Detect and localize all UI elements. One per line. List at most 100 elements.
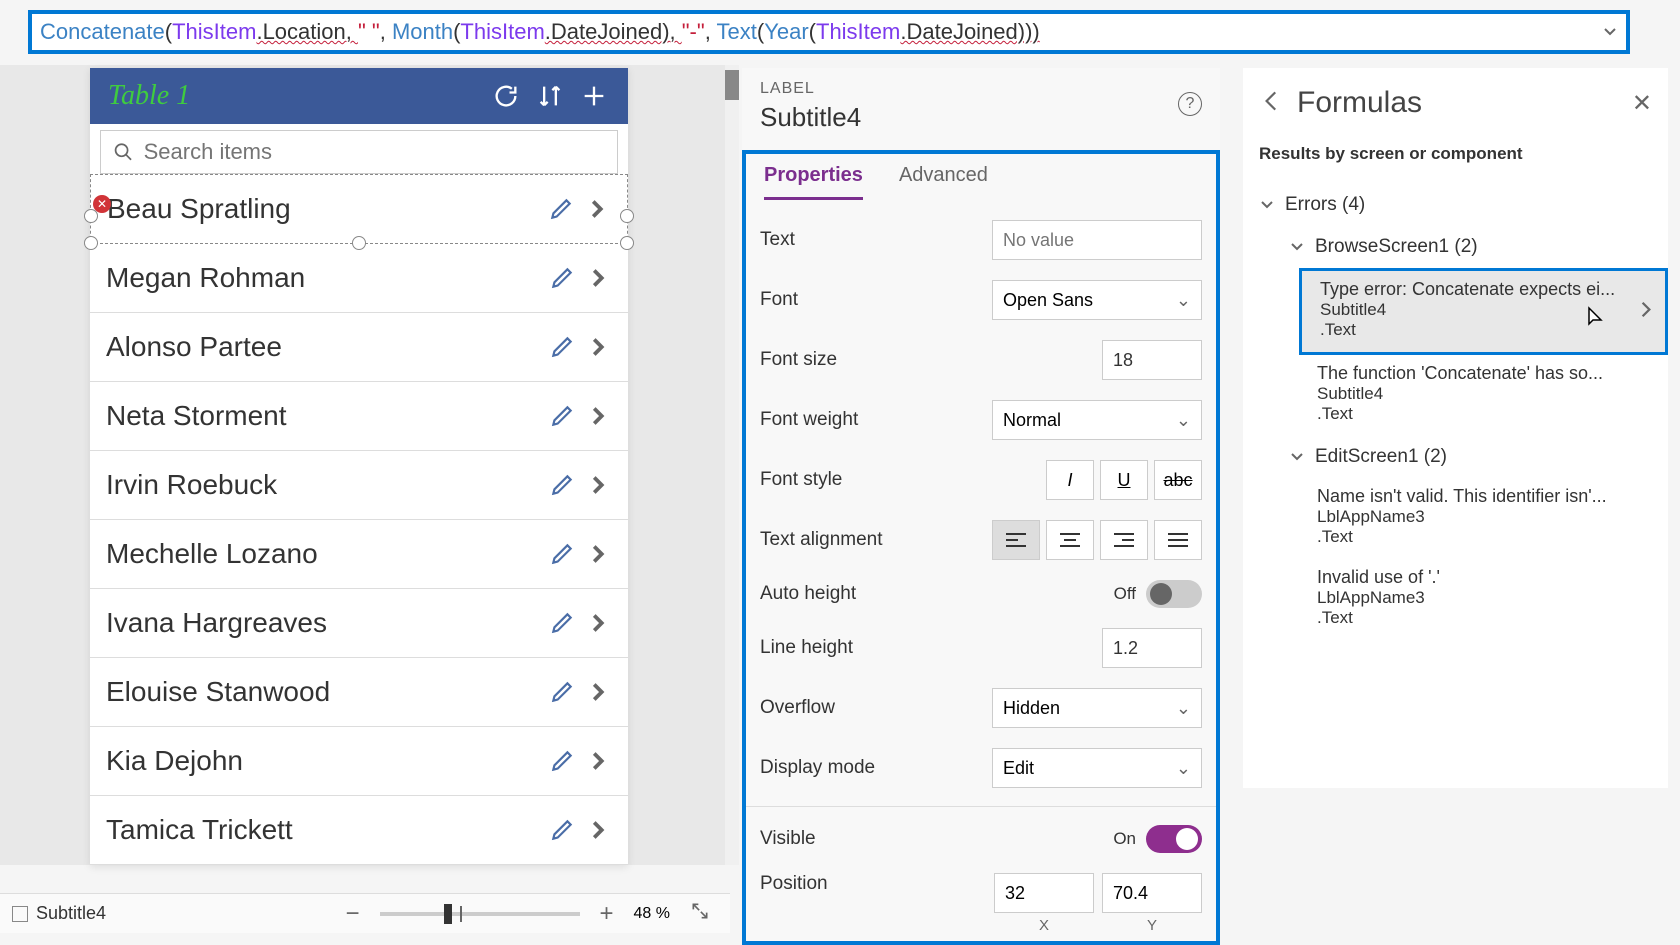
canvas-area: Table 1 Beau Spratling✕ Megan Rohman Alons… <box>0 65 730 865</box>
edit-icon[interactable] <box>548 471 576 499</box>
chevron-right-icon[interactable] <box>584 471 612 499</box>
prop-text-input[interactable] <box>992 220 1202 260</box>
item-name: Megan Rohman <box>106 262 540 294</box>
error-item[interactable]: The function 'Concatenate' has so...Subt… <box>1259 355 1652 436</box>
edit-icon[interactable] <box>548 264 576 292</box>
zoom-in-button[interactable]: + <box>592 900 622 928</box>
position-x-input[interactable] <box>994 873 1094 913</box>
chevron-right-icon[interactable] <box>584 678 612 706</box>
prop-fontsize-input[interactable] <box>1102 340 1202 380</box>
align-buttons <box>992 520 1202 560</box>
prop-position-label: Position <box>760 873 994 895</box>
refresh-icon[interactable] <box>490 80 522 112</box>
chevron-right-icon[interactable] <box>583 195 611 223</box>
chevron-right-icon[interactable] <box>1637 300 1655 323</box>
prop-displaymode-label: Display mode <box>760 757 992 779</box>
prop-fontweight-select[interactable]: Normal⌄ <box>992 400 1202 440</box>
gallery-item[interactable]: Beau Spratling✕ <box>90 174 628 244</box>
item-name: Elouise Stanwood <box>106 676 540 708</box>
autoheight-toggle[interactable] <box>1146 580 1202 608</box>
search-input[interactable] <box>144 139 605 165</box>
chevron-right-icon[interactable] <box>584 747 612 775</box>
gallery-item[interactable]: Tamica Trickett <box>90 796 628 865</box>
prop-autoheight-label: Auto height <box>760 583 1114 605</box>
gallery-item[interactable]: Kia Dejohn <box>90 727 628 796</box>
position-x-label: X <box>994 913 1094 934</box>
chevron-right-icon[interactable] <box>584 333 612 361</box>
control-name-label: Subtitle4 <box>760 102 1202 133</box>
screen-tree-item[interactable]: BrowseScreen1 (2) <box>1259 226 1652 268</box>
canvas-scrollbar[interactable] <box>725 65 739 865</box>
chevron-right-icon[interactable] <box>584 402 612 430</box>
align-right-button[interactable] <box>1100 520 1148 560</box>
gallery-item[interactable]: Irvin Roebuck <box>90 451 628 520</box>
gallery-item[interactable]: Neta Storment <box>90 382 628 451</box>
align-center-button[interactable] <box>1046 520 1094 560</box>
screen-tree-item[interactable]: EditScreen1 (2) <box>1259 436 1652 478</box>
edit-icon[interactable] <box>547 195 575 223</box>
italic-button[interactable]: I <box>1046 460 1094 500</box>
edit-icon[interactable] <box>548 678 576 706</box>
edit-icon[interactable] <box>548 609 576 637</box>
tab-properties[interactable]: Properties <box>764 154 863 200</box>
sort-icon[interactable] <box>534 80 566 112</box>
gallery-item[interactable]: Mechelle Lozano <box>90 520 628 589</box>
zoom-percent: 48 % <box>634 905 670 923</box>
prop-fontstyle-label: Font style <box>760 469 1046 491</box>
search-box[interactable] <box>100 130 618 174</box>
item-name: Alonso Partee <box>106 331 540 363</box>
formula-bar[interactable]: Concatenate(ThisItem.Location, " ", Mont… <box>28 10 1630 54</box>
back-icon[interactable] <box>1259 88 1285 119</box>
close-icon[interactable]: ✕ <box>1632 89 1652 118</box>
scroll-thumb[interactable] <box>725 70 739 100</box>
tab-advanced[interactable]: Advanced <box>899 154 988 200</box>
gallery-list: Beau Spratling✕ Megan Rohman Alonso Partee… <box>90 174 628 865</box>
align-left-button[interactable] <box>992 520 1040 560</box>
prop-overflow-label: Overflow <box>760 697 992 719</box>
position-y-input[interactable] <box>1102 873 1202 913</box>
position-y-label: Y <box>1102 913 1202 934</box>
chevron-right-icon[interactable] <box>584 816 612 844</box>
prop-overflow-select[interactable]: Hidden⌄ <box>992 688 1202 728</box>
fit-screen-icon[interactable] <box>682 900 718 928</box>
prop-lineheight-input[interactable] <box>1102 628 1202 668</box>
chevron-right-icon[interactable] <box>584 540 612 568</box>
error-item[interactable]: Name isn't valid. This identifier isn'..… <box>1259 478 1652 559</box>
control-type-label: LABEL <box>760 80 1202 98</box>
help-icon[interactable]: ? <box>1178 92 1202 116</box>
error-item[interactable]: Type error: Concatenate expects ei...Sub… <box>1299 268 1668 355</box>
chevron-right-icon[interactable] <box>584 264 612 292</box>
zoom-slider[interactable] <box>380 912 580 916</box>
prop-font-select[interactable]: Open Sans⌄ <box>992 280 1202 320</box>
gallery-item[interactable]: Alonso Partee <box>90 313 628 382</box>
item-name: Ivana Hargreaves <box>106 607 540 639</box>
results-label: Results by screen or component <box>1259 144 1652 164</box>
selection-handle[interactable] <box>84 209 98 223</box>
edit-icon[interactable] <box>548 747 576 775</box>
edit-icon[interactable] <box>548 816 576 844</box>
edit-icon[interactable] <box>548 402 576 430</box>
chevron-right-icon[interactable] <box>584 609 612 637</box>
zoom-out-button[interactable]: − <box>337 900 367 928</box>
error-item[interactable]: Invalid use of '.'LblAppName3.Text <box>1259 559 1652 640</box>
item-name: Mechelle Lozano <box>106 538 540 570</box>
autoheight-state: Off <box>1114 584 1136 604</box>
formula-expand-icon[interactable] <box>1602 19 1618 45</box>
visible-toggle[interactable] <box>1146 825 1202 853</box>
underline-button[interactable]: U <box>1100 460 1148 500</box>
prop-text-label: Text <box>760 229 992 251</box>
gallery-item[interactable]: Ivana Hargreaves <box>90 589 628 658</box>
gallery-item[interactable]: Megan Rohman <box>90 244 628 313</box>
selection-handle[interactable] <box>620 209 634 223</box>
align-justify-button[interactable] <box>1154 520 1202 560</box>
formula-text: Concatenate(ThisItem.Location, " ", Mont… <box>40 19 1040 45</box>
gallery-item[interactable]: Elouise Stanwood <box>90 658 628 727</box>
strike-button[interactable]: abc <box>1154 460 1202 500</box>
gallery-title: Table 1 <box>108 80 478 112</box>
edit-icon[interactable] <box>548 333 576 361</box>
add-icon[interactable] <box>578 80 610 112</box>
errors-tree-item[interactable]: Errors (4) <box>1259 184 1652 226</box>
prop-visible-label: Visible <box>760 828 1113 850</box>
edit-icon[interactable] <box>548 540 576 568</box>
prop-displaymode-select[interactable]: Edit⌄ <box>992 748 1202 788</box>
